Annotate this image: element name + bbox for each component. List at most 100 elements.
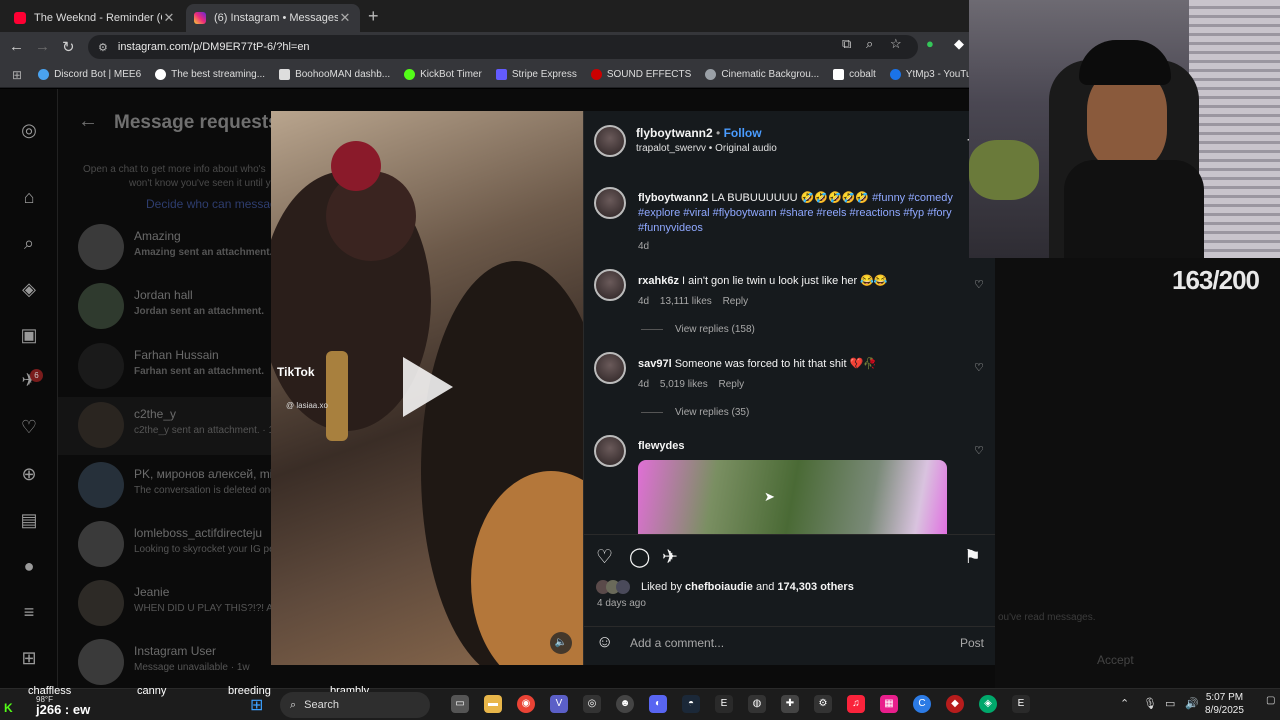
music-icon[interactable]: ♫	[847, 695, 865, 713]
extension-icon[interactable]: ◆	[954, 36, 964, 52]
comment-icon[interactable]: ◯	[629, 546, 650, 569]
app-icon[interactable]: ◍	[748, 695, 766, 713]
app-icon[interactable]: ▦	[880, 695, 898, 713]
menu-icon[interactable]: ≡	[18, 601, 40, 623]
audio-attribution[interactable]: trapalot_swervv • Original audio	[636, 143, 777, 154]
network-icon[interactable]: ▭	[1165, 697, 1175, 710]
bookmark-item[interactable]: Stripe Express	[495, 69, 577, 80]
epic-games-icon[interactable]: E	[715, 695, 733, 713]
like-comment-icon[interactable]: ♡	[974, 444, 984, 457]
home-icon[interactable]: ⌂	[18, 186, 40, 208]
list-item[interactable]: lomleboss_actifdirecteju Looking to skyro…	[58, 516, 275, 574]
app-icon[interactable]: ☻	[616, 695, 634, 713]
epic-games-icon[interactable]: E	[1012, 695, 1030, 713]
more-apps-icon[interactable]: ⊞	[18, 647, 40, 669]
bookmark-item[interactable]: Cinematic Backgrou...	[705, 69, 819, 80]
extension-icon[interactable]: ●	[926, 36, 934, 51]
post-video[interactable]: TikTok @ lasiaa.xo 🔈	[271, 111, 583, 665]
save-bookmark-icon[interactable]: ⚑	[964, 546, 981, 569]
forward-icon[interactable]: →	[35, 38, 50, 55]
reply-button[interactable]: Reply	[723, 296, 749, 307]
settings-icon[interactable]: ⚙	[814, 695, 832, 713]
microphone-icon[interactable]: 🎙	[1143, 697, 1157, 710]
instagram-logo-icon[interactable]: ◎	[18, 119, 40, 141]
app-icon[interactable]: ◈	[979, 695, 997, 713]
app-v-icon[interactable]: V	[550, 695, 568, 713]
address-bar[interactable]: ⚙ instagram.com/p/DM9ER77tP-6/?hl=en	[88, 35, 918, 59]
bookmark-item[interactable]: KickBot Timer	[404, 69, 482, 80]
comment-media-preview[interactable]	[638, 460, 947, 534]
discord-icon[interactable]: ◐	[649, 695, 667, 713]
notifications-heart-icon[interactable]: ♡	[18, 416, 40, 438]
view-replies-button[interactable]: View replies (35)	[641, 407, 749, 418]
avatar[interactable]	[594, 435, 626, 467]
chrome-icon[interactable]: ◉	[517, 695, 535, 713]
explore-icon[interactable]: ◈	[18, 278, 40, 300]
decide-who-can-message-link[interactable]: Decide who can messag	[146, 197, 277, 211]
like-comment-icon[interactable]: ♡	[974, 278, 984, 291]
back-icon[interactable]: ←	[9, 38, 24, 55]
close-tab-icon[interactable]: ✕	[338, 10, 352, 26]
notification-center-icon[interactable]: ▢	[1266, 695, 1275, 706]
install-app-icon[interactable]: ⧉	[842, 36, 851, 52]
reload-icon[interactable]: ↻	[62, 38, 75, 56]
gamepad-icon[interactable]: ✚	[781, 695, 799, 713]
bookmark-item[interactable]: SOUND EFFECTS	[590, 69, 691, 80]
windows-start-icon[interactable]: ⊞	[250, 695, 263, 715]
play-icon[interactable]	[403, 357, 453, 417]
dashboard-icon[interactable]: ▤	[18, 509, 40, 531]
list-item[interactable]: Jeanie WHEN DID U PLAY THIS?!?! AN	[58, 575, 280, 633]
list-item[interactable]: Amazing Amazing sent an attachment.	[58, 219, 273, 277]
list-item[interactable]: Instagram User Message unavailable · 1w	[58, 634, 273, 688]
profile-avatar[interactable]: ●	[18, 555, 40, 577]
back-arrow-icon[interactable]: ←	[78, 110, 98, 133]
comment-user[interactable]: flewydes	[638, 440, 684, 452]
site-info-icon[interactable]: ⚙	[98, 41, 108, 54]
volume-icon[interactable]: 🔊	[1185, 697, 1199, 710]
new-tab-button[interactable]: +	[368, 6, 379, 27]
bookmark-item[interactable]: BoohooMAN dashb...	[279, 69, 390, 80]
list-item[interactable]: Farhan Hussain Farhan sent an attachment.	[58, 338, 273, 396]
share-icon[interactable]: ✈	[662, 546, 678, 569]
avatar[interactable]	[594, 352, 626, 384]
list-item[interactable]: Jordan hall Jordan sent an attachment.	[58, 278, 273, 336]
create-icon[interactable]: ⊕	[18, 463, 40, 485]
avatar[interactable]	[594, 269, 626, 301]
add-comment-input[interactable]: Add a comment...	[630, 636, 724, 650]
tab-instagram[interactable]: (6) Instagram • Messages ✕	[186, 4, 360, 32]
task-view-icon[interactable]: ▭	[451, 695, 469, 713]
file-explorer-icon[interactable]: ▬	[484, 695, 502, 713]
accept-button[interactable]: Accept	[1097, 653, 1134, 667]
post-author[interactable]: flyboytwann2	[636, 126, 713, 140]
apps-grid-icon[interactable]: ⊞	[12, 68, 22, 82]
audio-toggle-icon[interactable]: 🔈	[550, 632, 572, 654]
avatar[interactable]	[594, 187, 626, 219]
reply-button[interactable]: Reply	[719, 379, 745, 390]
avatar[interactable]	[594, 125, 626, 157]
bookmark-item[interactable]: Discord Bot | MEE6	[38, 69, 141, 80]
app-icon[interactable]: ◎	[583, 695, 601, 713]
reels-icon[interactable]: ▣	[18, 324, 40, 346]
like-comment-icon[interactable]: ♡	[974, 361, 984, 374]
bookmark-item[interactable]: The best streaming...	[155, 69, 265, 80]
tray-chevron-icon[interactable]: ⌃	[1120, 697, 1129, 710]
app-icon[interactable]: C	[913, 695, 931, 713]
follow-button[interactable]: Follow	[724, 126, 762, 140]
bookmark-item[interactable]: YtMp3 - YouTube to...	[889, 69, 970, 80]
like-heart-icon[interactable]: ♡	[596, 546, 613, 569]
emoji-icon[interactable]: ☺	[596, 632, 613, 652]
bookmark-star-icon[interactable]: ☆	[890, 36, 902, 52]
zoom-icon[interactable]: ⌕	[866, 36, 873, 52]
taskbar-search[interactable]: ⌕ Search	[280, 692, 430, 718]
tab-youtube[interactable]: The Weeknd - Reminder (Offici ✕	[6, 4, 184, 32]
app-icon[interactable]: ◆	[946, 695, 964, 713]
search-icon[interactable]: ⌕	[18, 232, 40, 254]
bookmark-item[interactable]: cobalt	[833, 69, 876, 80]
steam-icon[interactable]: ◓	[682, 695, 700, 713]
view-replies-button[interactable]: View replies (158)	[641, 324, 755, 335]
list-item[interactable]: PK, миронов алексей, mis The conversation…	[58, 457, 278, 515]
taskbar-clock[interactable]: 5:07 PM 8/9/2025	[1205, 691, 1244, 717]
list-item[interactable]: c2the_y c2the_y sent an attachment. · 1	[58, 397, 274, 455]
post-comment-button[interactable]: Post	[960, 636, 984, 650]
close-tab-icon[interactable]: ✕	[162, 10, 176, 26]
